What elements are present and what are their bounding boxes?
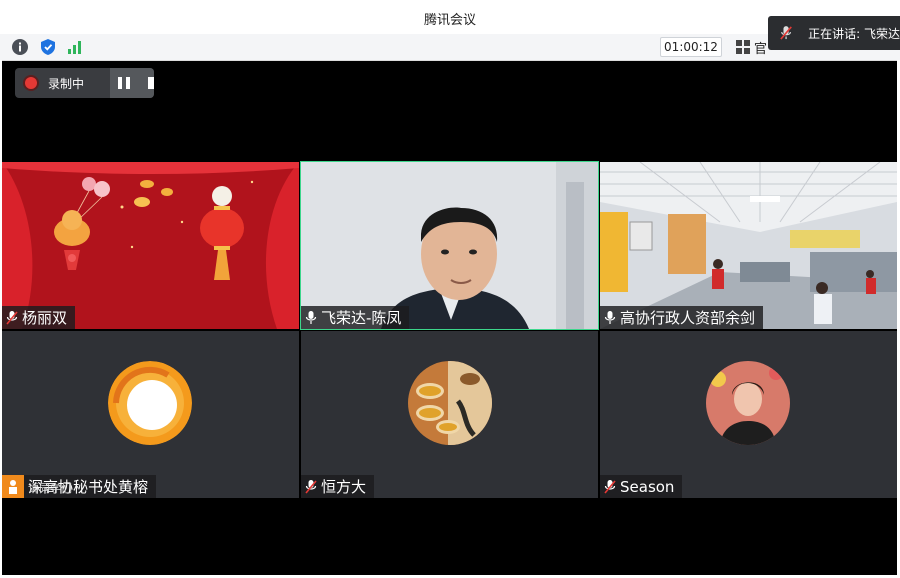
participant-name-tag: 飞荣达-陈凤: [301, 306, 410, 329]
title-bar: 腾讯会议: [0, 0, 900, 34]
shield-icon[interactable]: [39, 38, 57, 56]
info-icon[interactable]: [11, 38, 29, 56]
participant-name: Season: [620, 477, 675, 496]
mic-muted-icon: [305, 480, 317, 494]
view-layout-label: 官: [754, 41, 768, 57]
participant-name: 杨丽双: [22, 309, 68, 327]
mic-muted-icon: [6, 311, 18, 325]
view-layout-button[interactable]: 官: [736, 38, 768, 57]
speaking-indicator: 正在讲话: 飞荣达: [768, 16, 900, 50]
record-dot-icon: [25, 77, 37, 89]
stop-recording-button[interactable]: [148, 77, 154, 89]
video-tile-3[interactable]: 高协行政人资部余剑: [600, 162, 897, 329]
participant-name-tag: Season: [600, 475, 683, 498]
participant-video-image: [301, 162, 598, 329]
video-tile-5[interactable]: 恒方大: [301, 331, 598, 498]
participant-name-tag: 恒方大: [301, 475, 375, 498]
mic-muted-icon: [604, 480, 616, 494]
mic-muted-icon: [780, 26, 792, 40]
mic-on-icon: [305, 311, 317, 324]
recording-controls: [110, 68, 154, 98]
recording-bar: 录制中: [15, 68, 154, 98]
recording-label: 录制中: [48, 77, 85, 91]
participant-name: 恒方大: [321, 478, 367, 496]
meeting-timer: 01:00:12: [660, 37, 722, 57]
avatar: [706, 361, 790, 445]
participant-name-tag: 高协行政人资部余剑: [600, 306, 764, 329]
overlay-text: 请同学们: [28, 482, 72, 495]
window-title: 腾讯会议: [423, 13, 476, 28]
video-tile-6[interactable]: Season: [600, 331, 897, 498]
mic-on-icon: [604, 311, 616, 324]
signal-icon[interactable]: [66, 38, 84, 56]
floating-toolbar-overlay[interactable]: 请同学们: [28, 478, 158, 498]
screen-share-icon: [2, 475, 24, 498]
participant-name-tag: 杨丽双: [2, 306, 76, 329]
orange-ring-logo-icon: [108, 361, 192, 445]
new-year-background-image: [2, 162, 299, 329]
speaking-text: 正在讲话: 飞荣达: [808, 26, 900, 41]
video-tile-2-active-speaker[interactable]: 飞荣达-陈凤: [300, 161, 599, 330]
participant-name: 高协行政人资部余剑: [620, 309, 756, 327]
participant-name: 飞荣达-陈凤: [321, 309, 402, 327]
tea-cups-avatar-image: [408, 361, 492, 445]
video-tile-1[interactable]: 杨丽双: [2, 162, 299, 329]
pause-recording-button[interactable]: [118, 77, 130, 89]
video-tile-4[interactable]: 深高协秘书处黄榕: [2, 331, 299, 498]
office-video-image: [600, 162, 897, 329]
grid-view-icon: [736, 40, 750, 54]
avatar: [408, 361, 492, 445]
person-portrait-avatar-image: [706, 361, 790, 445]
avatar: [108, 361, 192, 445]
meeting-toolbar: 01:00:12 官: [0, 34, 900, 61]
